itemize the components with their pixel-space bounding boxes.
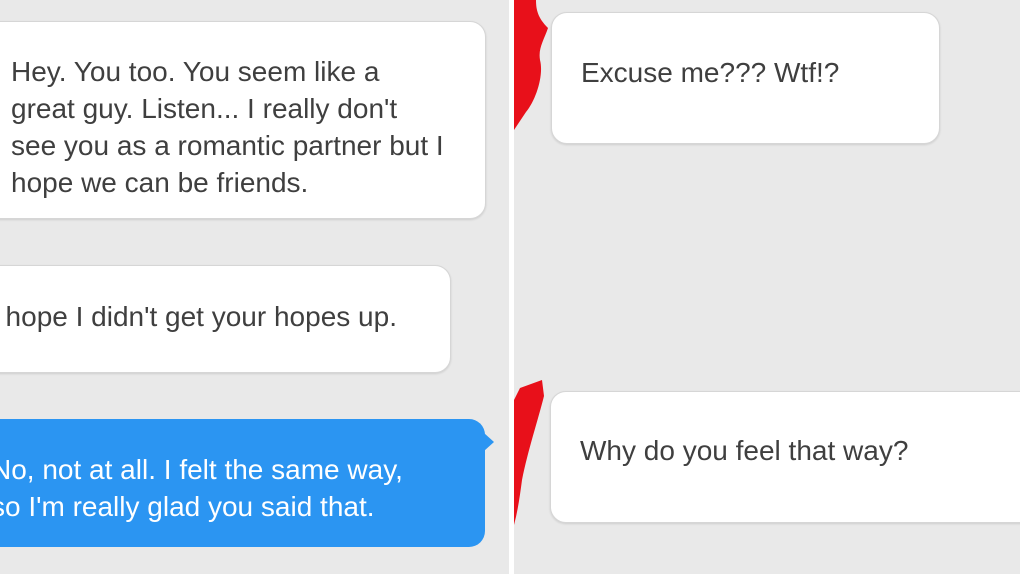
message-line: Hey. You too. You seem like a (11, 56, 380, 87)
received-message-bubble[interactable]: I hope I didn't get your hopes up. (0, 265, 451, 373)
message-line: Excuse me??? Wtf!? (581, 57, 840, 88)
bubble-tail (484, 433, 494, 451)
left-conversation-panel: Hey. You too. You seem like a great guy.… (0, 0, 509, 574)
heart-sticker-bottom-icon (514, 380, 544, 525)
message-line: great guy. Listen... I really don't (11, 93, 398, 124)
message-line: I hope I didn't get your hopes up. (0, 301, 397, 332)
received-message-bubble[interactable]: Why do you feel that way? (550, 391, 1020, 523)
message-line: Why do you feel that way? (580, 435, 909, 466)
received-message-bubble[interactable]: Hey. You too. You seem like a great guy.… (0, 21, 486, 219)
sent-message-bubble[interactable]: No, not at all. I felt the same way, so … (0, 419, 494, 547)
right-conversation-panel: Excuse me??? Wtf!? Why do you feel that … (514, 0, 1020, 574)
heart-sticker-top-icon (514, 0, 548, 130)
message-line: see you as a romantic partner but I (11, 130, 444, 161)
message-line: so I'm really glad you said that. (0, 491, 375, 522)
message-line: No, not at all. I felt the same way, (0, 454, 403, 485)
received-message-bubble[interactable]: Excuse me??? Wtf!? (551, 12, 940, 144)
message-line: hope we can be friends. (11, 167, 309, 198)
